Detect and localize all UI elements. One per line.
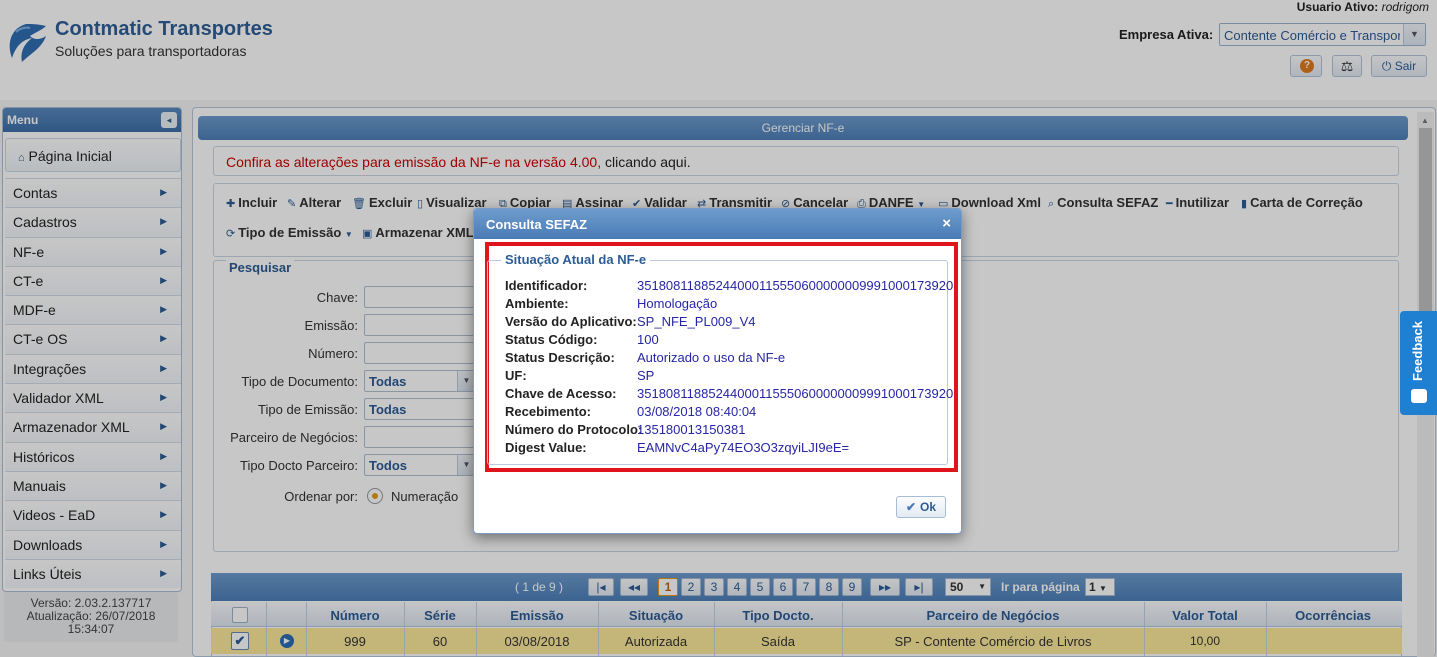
situacao-key: Versão do Aplicativo: <box>505 314 637 329</box>
close-icon[interactable]: × <box>942 215 951 232</box>
situacao-key: Número do Protocolo: <box>505 422 643 437</box>
situacao-value: 135180013150381 <box>637 422 746 437</box>
situacao-value: Autorizado o uso da NF-e <box>637 350 786 365</box>
situacao-value: 3518081188524400011555060000000999100017… <box>637 386 954 401</box>
dialog-header: Consulta SEFAZ × <box>474 209 961 239</box>
situacao-value: SP <box>637 368 655 383</box>
situacao-key: Status Descrição: <box>505 350 615 365</box>
ok-button[interactable]: ✔ Ok <box>896 496 946 518</box>
situacao-key: Chave de Acesso: <box>505 386 617 401</box>
feedback-tab[interactable]: Feedback <box>1400 311 1437 415</box>
feedback-icon <box>1411 389 1427 403</box>
situacao-value: 3518081188524400011555060000000999100017… <box>637 278 954 293</box>
situacao-value: Homologação <box>637 296 718 311</box>
situacao-value: SP_NFE_PL009_V4 <box>637 314 756 329</box>
consulta-sefaz-dialog: Consulta SEFAZ × Situação Atual da NF-e … <box>473 208 962 534</box>
feedback-label: Feedback <box>1410 321 1425 381</box>
situacao-key: Recebimento: <box>505 404 591 419</box>
situacao-value: EAMNvC4aPy74EO3O3zqyiLJI9eE= <box>637 440 850 455</box>
situacao-key: Status Código: <box>505 332 598 347</box>
situacao-key: Identificador: <box>505 278 588 293</box>
situacao-key: Digest Value: <box>505 440 587 455</box>
ok-label: Ok <box>920 500 937 514</box>
situacao-key: UF: <box>505 368 527 383</box>
situacao-value: 03/08/2018 08:40:04 <box>637 404 757 419</box>
situacao-value: 100 <box>637 332 659 347</box>
dialog-title: Consulta SEFAZ <box>486 217 588 232</box>
check-icon: ✔ <box>905 500 917 514</box>
situacao-key: Ambiente: <box>505 296 569 311</box>
situacao-legend: Situação Atual da NF-e <box>501 252 651 267</box>
